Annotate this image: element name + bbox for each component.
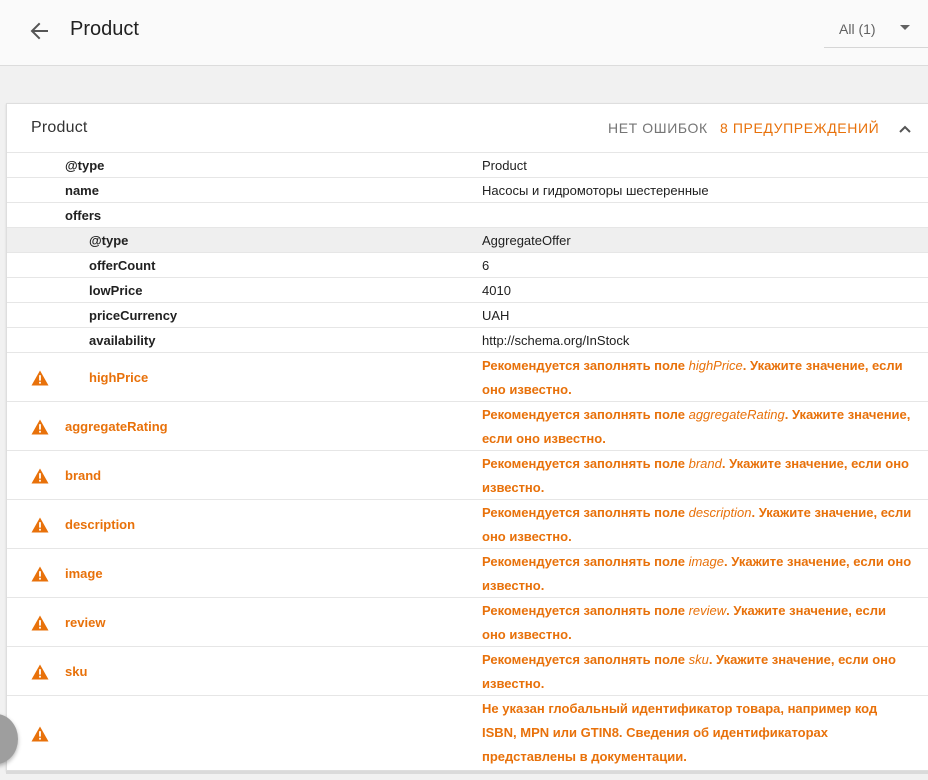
nested-property-row: offerCount 6 xyxy=(7,253,928,278)
warning-field: sku xyxy=(688,652,709,667)
warning-text: Рекомендуется заполнять поле xyxy=(482,554,689,569)
warning-row: image Рекомендуется заполнять поле image… xyxy=(7,549,928,598)
warning-message: Рекомендуется заполнять поле description… xyxy=(482,501,912,549)
property-value: 4010 xyxy=(482,283,511,298)
warning-field: highPrice xyxy=(688,358,743,373)
warning-triangle-icon xyxy=(31,517,49,533)
warning-row: highPrice Рекомендуется заполнять поле h… xyxy=(7,353,928,402)
top-app-bar: Product All (1) xyxy=(0,0,928,66)
warning-triangle-icon xyxy=(31,615,49,631)
property-value: Product xyxy=(482,158,527,173)
warning-text: Рекомендуется заполнять поле xyxy=(482,652,689,667)
no-errors-status: НЕТ ОШИБОК xyxy=(608,120,708,136)
caret-down-icon xyxy=(900,25,910,30)
warning-property-name: aggregateRating xyxy=(65,419,168,434)
nested-property-row: @type AggregateOffer xyxy=(7,228,928,253)
warning-triangle-icon xyxy=(31,370,49,386)
warning-row: description Рекомендуется заполнять поле… xyxy=(7,500,928,549)
warning-triangle-icon xyxy=(31,566,49,582)
property-value: AggregateOffer xyxy=(482,233,571,248)
warning-property-name: highPrice xyxy=(89,370,149,385)
warning-property-name: image xyxy=(65,566,103,581)
warning-message: Рекомендуется заполнять поле aggregateRa… xyxy=(482,403,912,451)
property-row: offers xyxy=(7,203,928,228)
card-bottom-edge xyxy=(6,771,928,774)
warning-property-name: review xyxy=(65,615,106,630)
result-filter-select[interactable]: All (1) xyxy=(824,10,928,48)
warning-text: Рекомендуется заполнять поле xyxy=(482,505,689,520)
warning-property-name: sku xyxy=(65,664,88,679)
card-title: Product xyxy=(31,119,88,136)
warning-field: review xyxy=(688,603,727,618)
warning-row: Не указан глобальный идентификатор товар… xyxy=(7,696,928,770)
warning-message: Рекомендуется заполнять поле brand. Укаж… xyxy=(482,452,912,500)
property-row: name Насосы и гидромоторы шестеренные xyxy=(7,178,928,203)
warning-text: Не указан глобальный идентификатор товар… xyxy=(482,701,878,764)
warning-field: aggregateRating xyxy=(688,407,785,422)
property-value: http://schema.org/InStock xyxy=(482,333,630,348)
property-name: offerCount xyxy=(89,258,156,273)
warning-message: Рекомендуется заполнять поле sku. Укажит… xyxy=(482,648,912,696)
warning-property-name: brand xyxy=(65,468,102,483)
warning-row: aggregateRating Рекомендуется заполнять … xyxy=(7,402,928,451)
warning-triangle-icon xyxy=(31,726,49,742)
property-name: @type xyxy=(65,158,105,173)
property-name: availability xyxy=(89,333,156,348)
chevron-up-icon xyxy=(899,125,911,133)
property-row: @type Product xyxy=(7,153,928,178)
property-name: lowPrice xyxy=(89,283,143,298)
property-value: UAH xyxy=(482,308,510,323)
arrow-back-icon xyxy=(30,22,48,40)
warning-field: brand xyxy=(688,456,722,471)
collapse-button[interactable] xyxy=(895,119,915,139)
warning-row: brand Рекомендуется заполнять поле brand… xyxy=(7,451,928,500)
warning-field: image xyxy=(688,554,725,569)
warning-text: Рекомендуется заполнять поле xyxy=(482,603,689,618)
warning-triangle-icon xyxy=(31,664,49,680)
filter-selected-value: All (1) xyxy=(839,21,876,37)
warning-field: description xyxy=(688,505,752,520)
page-title: Product xyxy=(70,18,139,40)
warning-property-name: description xyxy=(65,517,136,532)
property-value: 6 xyxy=(482,258,490,273)
warning-triangle-icon xyxy=(31,468,49,484)
back-button[interactable] xyxy=(24,16,54,46)
warning-text: Рекомендуется заполнять поле xyxy=(482,456,689,471)
nested-property-row: availability http://schema.org/InStock xyxy=(7,328,928,353)
card-header[interactable]: Product НЕТ ОШИБОК 8 ПРЕДУПРЕЖДЕНИЙ xyxy=(7,104,928,153)
property-name: offers xyxy=(65,208,102,223)
nested-property-row: priceCurrency UAH xyxy=(7,303,928,328)
warning-text: Рекомендуется заполнять поле xyxy=(482,407,689,422)
property-name: priceCurrency xyxy=(89,308,178,323)
warning-message: Рекомендуется заполнять поле image. Укаж… xyxy=(482,550,912,598)
warning-row: review Рекомендуется заполнять поле revi… xyxy=(7,598,928,647)
property-name: @type xyxy=(89,233,129,248)
nested-property-row: lowPrice 4010 xyxy=(7,278,928,303)
property-name: name xyxy=(65,183,99,198)
warning-triangle-icon xyxy=(31,419,49,435)
warning-text: Рекомендуется заполнять поле xyxy=(482,358,689,373)
warning-message: Рекомендуется заполнять поле highPrice. … xyxy=(482,354,912,402)
warnings-count: 8 ПРЕДУПРЕЖДЕНИЙ xyxy=(720,120,880,136)
product-result-card: Product НЕТ ОШИБОК 8 ПРЕДУПРЕЖДЕНИЙ @typ… xyxy=(6,103,928,771)
warning-message: Не указан глобальный идентификатор товар… xyxy=(482,697,912,769)
property-value: Насосы и гидромоторы шестеренные xyxy=(482,183,709,198)
warning-row: sku Рекомендуется заполнять поле sku. Ук… xyxy=(7,647,928,696)
warning-message: Рекомендуется заполнять поле review. Ука… xyxy=(482,599,912,647)
